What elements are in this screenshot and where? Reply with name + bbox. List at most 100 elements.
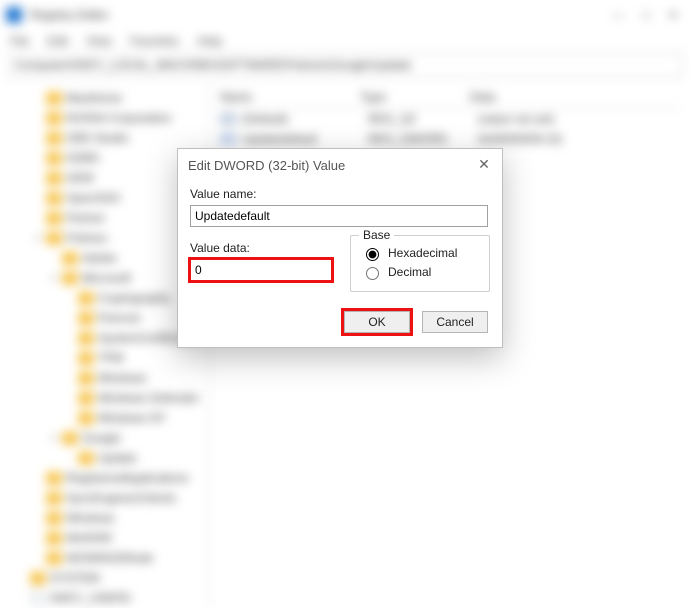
tree-node-label: Windows: [66, 511, 115, 525]
folder-icon: [78, 351, 94, 365]
menu-help[interactable]: Help: [197, 34, 222, 48]
table-row[interactable]: UpdatedefaultREG_DWORD0x00000000 (0): [220, 129, 680, 149]
menu-favorites[interactable]: Favorites: [130, 34, 179, 48]
folder-icon: [78, 331, 94, 345]
tree-node[interactable]: Update: [4, 448, 209, 468]
tree-node-label: Microsoft: [82, 271, 131, 285]
folder-icon: [46, 131, 62, 145]
tree-node[interactable]: SyncEngines\Clients: [4, 488, 209, 508]
folder-icon: [46, 231, 62, 245]
folder-icon: [46, 511, 62, 525]
value-name-input[interactable]: [190, 205, 488, 227]
value-data-label: Value data:: [190, 241, 332, 255]
cell-name: (Default): [242, 112, 368, 126]
window-close-icon[interactable]: ✕: [668, 8, 678, 22]
folder-icon: [46, 111, 62, 125]
table-row[interactable]: (Default)REG_SZ(value not set): [220, 109, 680, 129]
window-minimize-icon[interactable]: —: [613, 8, 625, 22]
close-icon[interactable]: ✕: [476, 157, 492, 173]
cancel-button[interactable]: Cancel: [422, 311, 488, 333]
folder-icon: [62, 251, 78, 265]
tree-node[interactable]: TPM: [4, 348, 209, 368]
cell-type: REG_SZ: [368, 112, 478, 126]
cell-name: Updatedefault: [242, 132, 368, 146]
dialog-titlebar: Edit DWORD (32-bit) Value ✕: [178, 149, 502, 181]
address-text: Computer\HKEY_LOCAL_MACHINE\SOFTWARE\Pol…: [15, 58, 411, 72]
tree-node[interactable]: WOW6432Node: [4, 548, 209, 568]
dialog-title-text: Edit DWORD (32-bit) Value: [188, 158, 345, 173]
tree-node-label: Google: [82, 431, 121, 445]
folder-icon: [46, 471, 62, 485]
tree-node[interactable]: NVIDIA Corporation: [4, 108, 209, 128]
tree-node[interactable]: Windows: [4, 508, 209, 528]
tree-node[interactable]: OBS Studio: [4, 128, 209, 148]
folder-icon: [46, 211, 62, 225]
radio-dec-input[interactable]: [366, 267, 379, 280]
tree-node[interactable]: RegisteredApplications: [4, 468, 209, 488]
radio-hex-label: Hexadecimal: [388, 246, 457, 260]
tree-node[interactable]: Windows NT: [4, 408, 209, 428]
radio-hex[interactable]: Hexadecimal: [361, 245, 479, 261]
col-data[interactable]: Data: [470, 90, 680, 104]
radio-dec[interactable]: Decimal: [361, 264, 479, 280]
value-data-input[interactable]: [190, 259, 332, 281]
radio-dec-label: Decimal: [388, 265, 431, 279]
tree-node[interactable]: Maxtheme: [4, 88, 209, 108]
folder-icon: [46, 531, 62, 545]
folder-icon: [46, 191, 62, 205]
tree-node-label: Windows NT: [98, 411, 166, 425]
tree-node-label: WOW6432Node: [66, 551, 153, 565]
tree-node[interactable]: SYSTEM: [4, 568, 209, 588]
col-type[interactable]: Type: [360, 90, 470, 104]
tree-node[interactable]: vGoogle: [4, 428, 209, 448]
tree-node-label: OEM: [66, 171, 93, 185]
tree-node-label: SyncEngines\Clients: [66, 491, 176, 505]
tree-node-label: OpenSSH: [66, 191, 120, 205]
tree-node-label: NVIDIA Corporation: [66, 111, 171, 125]
app-icon: [6, 7, 22, 23]
folder-icon: [78, 391, 94, 405]
tree-node-label: ODBC: [66, 151, 101, 165]
value-name-label: Value name:: [190, 187, 490, 201]
value-icon: [220, 113, 236, 125]
tree-node-label: RegisteredApplications: [66, 471, 189, 485]
cell-type: REG_DWORD: [368, 132, 478, 146]
cell-data: (value not set): [478, 112, 680, 126]
tree-node[interactable]: HKEY_USERS: [4, 588, 209, 608]
base-legend: Base: [359, 228, 394, 242]
tree-node-label: OBS Studio: [66, 131, 129, 145]
tree-node-label: Cryptography: [98, 291, 170, 305]
cell-data: 0x00000000 (0): [478, 132, 680, 146]
menu-file[interactable]: File: [10, 34, 29, 48]
menu-view[interactable]: View: [86, 34, 112, 48]
folder-icon: [46, 171, 62, 185]
tree-node[interactable]: Windows: [4, 368, 209, 388]
folder-icon: [62, 431, 78, 445]
ok-button[interactable]: OK: [344, 311, 410, 333]
menubar[interactable]: File Edit View Favorites Help: [0, 30, 690, 52]
tree-node-label: TPM: [98, 351, 123, 365]
col-name[interactable]: Name: [220, 90, 360, 104]
folder-icon: [78, 291, 94, 305]
tree-node[interactable]: Windows Defender: [4, 388, 209, 408]
tree-node-label: Partner: [66, 211, 105, 225]
folder-icon: [46, 491, 62, 505]
folder-icon: [46, 551, 62, 565]
folder-icon: [46, 151, 62, 165]
folder-icon: [62, 271, 78, 285]
titlebar: Registry Editor — □ ✕: [0, 0, 690, 30]
folder-icon: [46, 91, 62, 105]
tree-node[interactable]: WinRAR: [4, 528, 209, 548]
column-headers[interactable]: Name Type Data: [220, 90, 680, 109]
folder-icon: [78, 451, 94, 465]
tree-node-label: Peernet: [98, 311, 140, 325]
folder-icon: [78, 311, 94, 325]
folder-icon: [78, 411, 94, 425]
edit-dword-dialog: Edit DWORD (32-bit) Value ✕ Value name: …: [177, 148, 503, 348]
menu-edit[interactable]: Edit: [47, 34, 68, 48]
folder-icon: [78, 371, 94, 385]
window-maximize-icon[interactable]: □: [643, 8, 650, 22]
address-bar[interactable]: Computer\HKEY_LOCAL_MACHINE\SOFTWARE\Pol…: [8, 52, 682, 78]
tree-node-label: WinRAR: [66, 531, 112, 545]
radio-hex-input[interactable]: [366, 248, 379, 261]
